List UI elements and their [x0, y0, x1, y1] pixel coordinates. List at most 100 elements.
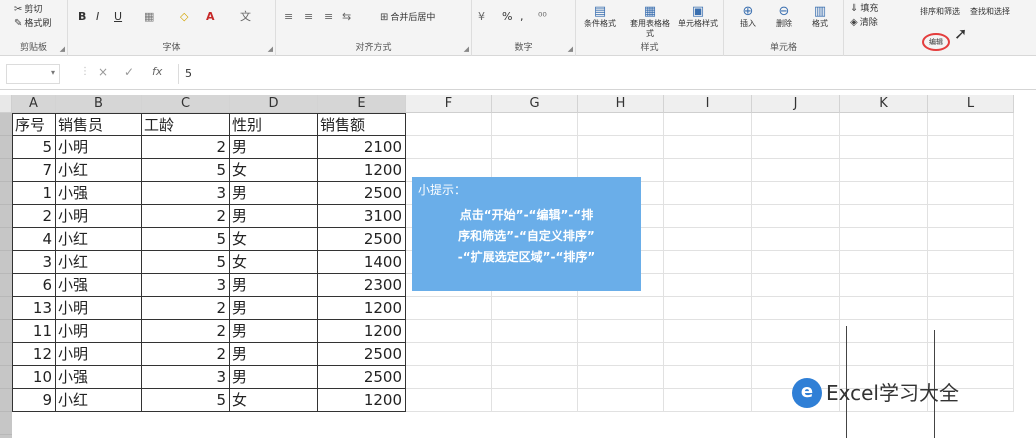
format-painter-button[interactable]: ✎ 格式刷	[14, 18, 51, 30]
empty-cell[interactable]	[928, 320, 1014, 343]
table-cell[interactable]: 1200	[318, 389, 406, 412]
column-header-d[interactable]: D	[230, 95, 318, 113]
empty-cell[interactable]	[578, 389, 664, 412]
empty-cell[interactable]	[752, 274, 840, 297]
empty-cell[interactable]	[406, 366, 492, 389]
dropdown-arrow-icon[interactable]: ▾	[51, 68, 55, 77]
table-cell[interactable]: 女	[230, 251, 318, 274]
table-cell[interactable]: 10	[12, 366, 56, 389]
table-cell[interactable]: 6	[12, 274, 56, 297]
empty-cell[interactable]	[840, 136, 928, 159]
empty-cell[interactable]	[664, 343, 752, 366]
row-header[interactable]	[0, 182, 12, 205]
table-cell[interactable]: 女	[230, 159, 318, 182]
table-cell[interactable]: 男	[230, 274, 318, 297]
table-cell[interactable]: 小强	[56, 366, 142, 389]
empty-cell[interactable]	[928, 297, 1014, 320]
empty-cell[interactable]	[928, 274, 1014, 297]
comma-button[interactable]: ,	[520, 10, 524, 24]
empty-cell[interactable]	[752, 136, 840, 159]
table-cell[interactable]: 11	[12, 320, 56, 343]
row-header[interactable]	[0, 113, 12, 136]
align-right-button[interactable]: ≡	[324, 10, 333, 24]
font-color-button[interactable]: A	[206, 10, 215, 24]
empty-cell[interactable]	[928, 343, 1014, 366]
empty-cell[interactable]	[928, 159, 1014, 182]
cell-styles-button[interactable]: ▣ 单元格样式	[676, 4, 720, 29]
table-header-cell[interactable]: 序号	[12, 113, 56, 136]
delete-button[interactable]: ⊖ 删除	[766, 4, 802, 29]
table-cell[interactable]: 2	[142, 320, 230, 343]
row-header[interactable]	[0, 251, 12, 274]
column-header-h[interactable]: H	[578, 95, 664, 113]
table-cell[interactable]: 3	[142, 274, 230, 297]
table-cell[interactable]: 1	[12, 182, 56, 205]
table-cell[interactable]: 小红	[56, 159, 142, 182]
clear-button[interactable]: ◈ 清除	[850, 17, 878, 29]
table-cell[interactable]: 小强	[56, 182, 142, 205]
formula-input[interactable]: 5	[178, 64, 1028, 84]
table-cell[interactable]: 2	[12, 205, 56, 228]
empty-cell[interactable]	[752, 205, 840, 228]
table-cell[interactable]: 小强	[56, 274, 142, 297]
table-cell[interactable]: 小明	[56, 136, 142, 159]
wrap-button[interactable]: ⇆	[342, 10, 351, 24]
column-header-g[interactable]: G	[492, 95, 578, 113]
table-cell[interactable]: 4	[12, 228, 56, 251]
empty-cell[interactable]	[752, 297, 840, 320]
table-cell[interactable]: 小红	[56, 251, 142, 274]
table-cell[interactable]: 1200	[318, 297, 406, 320]
table-header-cell[interactable]: 工龄	[142, 113, 230, 136]
empty-cell[interactable]	[928, 113, 1014, 136]
empty-cell[interactable]	[840, 343, 928, 366]
row-header[interactable]	[0, 228, 12, 251]
empty-cell[interactable]	[928, 205, 1014, 228]
table-cell[interactable]: 2	[142, 136, 230, 159]
row-header[interactable]	[0, 297, 12, 320]
empty-cell[interactable]	[752, 113, 840, 136]
empty-cell[interactable]	[840, 113, 928, 136]
conditional-format-button[interactable]: ▤ 条件格式	[578, 4, 622, 29]
empty-cell[interactable]	[840, 228, 928, 251]
empty-cell[interactable]	[578, 343, 664, 366]
table-cell[interactable]: 女	[230, 228, 318, 251]
empty-cell[interactable]	[664, 389, 752, 412]
row-header[interactable]	[0, 343, 12, 366]
table-cell[interactable]: 5	[142, 389, 230, 412]
row-header[interactable]	[0, 412, 12, 435]
empty-cell[interactable]	[492, 343, 578, 366]
table-cell[interactable]: 男	[230, 343, 318, 366]
alignment-expand-icon[interactable]: ◢	[464, 45, 469, 53]
table-cell[interactable]: 2	[142, 343, 230, 366]
table-cell[interactable]: 9	[12, 389, 56, 412]
empty-cell[interactable]	[492, 113, 578, 136]
table-format-button[interactable]: ▦ 套用表格格式	[628, 4, 672, 39]
empty-cell[interactable]	[664, 274, 752, 297]
merge-center-button[interactable]: ⊞ 合并后居中	[380, 12, 435, 24]
empty-cell[interactable]	[406, 343, 492, 366]
empty-cell[interactable]	[752, 251, 840, 274]
currency-button[interactable]: ¥	[478, 10, 485, 24]
empty-cell[interactable]	[840, 182, 928, 205]
align-center-button[interactable]: ≡	[304, 10, 313, 24]
empty-cell[interactable]	[752, 343, 840, 366]
empty-cell[interactable]	[928, 251, 1014, 274]
align-left-button[interactable]: ≡	[284, 10, 293, 24]
column-header-e[interactable]: E	[318, 95, 406, 113]
column-header-i[interactable]: I	[664, 95, 752, 113]
fill-button[interactable]: ⇓ 填充	[850, 3, 878, 15]
empty-cell[interactable]	[928, 136, 1014, 159]
table-cell[interactable]: 小明	[56, 320, 142, 343]
empty-cell[interactable]	[406, 113, 492, 136]
column-header-c[interactable]: C	[142, 95, 230, 113]
row-header[interactable]	[0, 366, 12, 389]
column-header-j[interactable]: J	[752, 95, 840, 113]
empty-cell[interactable]	[578, 113, 664, 136]
table-cell[interactable]: 5	[142, 251, 230, 274]
empty-cell[interactable]	[840, 297, 928, 320]
insert-function-icon[interactable]: fx	[152, 65, 162, 78]
empty-cell[interactable]	[578, 136, 664, 159]
table-cell[interactable]: 3	[142, 182, 230, 205]
fill-color-button[interactable]: ◇	[180, 10, 188, 24]
empty-cell[interactable]	[406, 136, 492, 159]
